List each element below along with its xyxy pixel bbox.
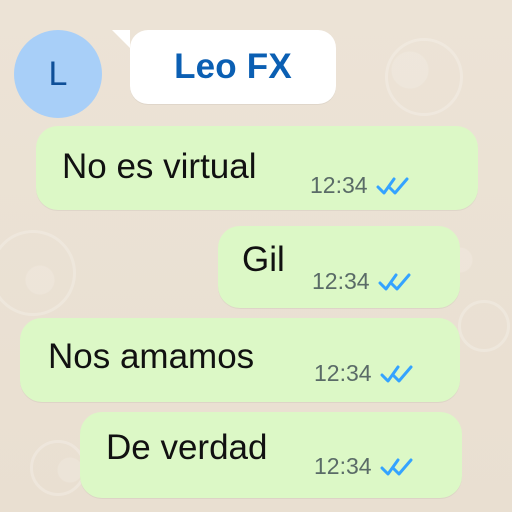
double-check-icon bbox=[376, 175, 410, 197]
message-meta: 12:34 bbox=[314, 362, 414, 385]
background-doodle bbox=[385, 38, 463, 116]
avatar-initial: L bbox=[48, 54, 68, 93]
contact-name-bubble: Leo FX bbox=[112, 30, 336, 104]
message-time: 12:34 bbox=[312, 268, 370, 294]
double-check-icon bbox=[378, 271, 412, 293]
message-meta: 12:34 bbox=[312, 270, 412, 293]
message-time: 12:34 bbox=[314, 453, 372, 479]
chat-message-2[interactable]: Gil 12:34 bbox=[218, 226, 460, 308]
chat-message-1[interactable]: No es virtual 12:34 bbox=[36, 126, 478, 210]
background-doodle bbox=[458, 300, 510, 352]
message-time: 12:34 bbox=[314, 360, 372, 386]
message-meta: 12:34 bbox=[310, 174, 410, 197]
message-text: De verdad bbox=[106, 428, 268, 467]
message-text: No es virtual bbox=[62, 147, 257, 186]
background-doodle bbox=[30, 440, 86, 496]
double-check-icon bbox=[380, 363, 414, 385]
avatar[interactable]: L bbox=[14, 30, 102, 118]
background-doodle bbox=[0, 230, 76, 316]
chat-message-4[interactable]: De verdad 12:34 bbox=[80, 412, 462, 498]
chat-message-3[interactable]: Nos amamos 12:34 bbox=[20, 318, 460, 402]
message-time: 12:34 bbox=[310, 172, 368, 198]
double-check-icon bbox=[380, 456, 414, 478]
message-meta: 12:34 bbox=[314, 455, 414, 478]
message-text: Nos amamos bbox=[48, 337, 255, 376]
contact-name: Leo FX bbox=[174, 47, 292, 86]
message-text: Gil bbox=[242, 240, 285, 279]
